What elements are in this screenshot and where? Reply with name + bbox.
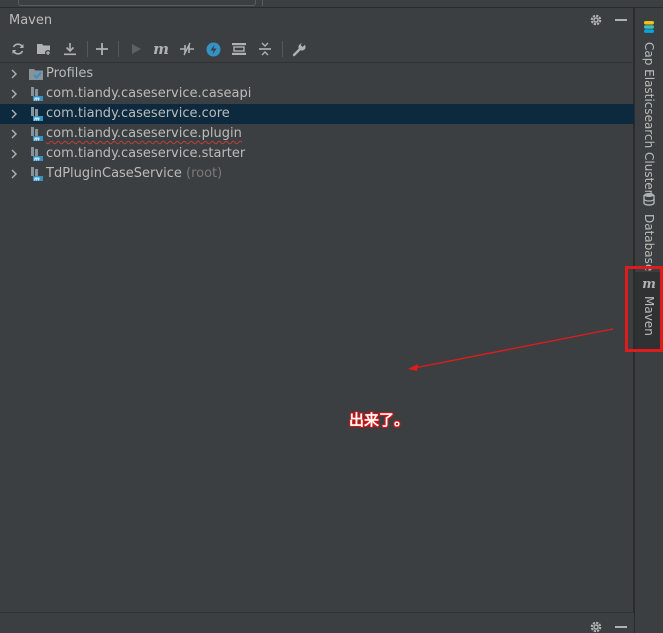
download-icon[interactable]	[60, 39, 80, 59]
tree-item-root-module[interactable]: m TdPluginCaseService (root)	[0, 164, 634, 184]
maven-module-icon: m	[28, 86, 44, 103]
tree-item-label: Profiles	[46, 66, 94, 81]
chevron-right-icon[interactable]	[8, 68, 20, 80]
annotation-text: 出来了。	[349, 411, 410, 429]
minimize-icon[interactable]	[612, 618, 630, 633]
panel-title: Maven	[9, 13, 53, 28]
maven-tool-window: Maven m Profiles m com.tiandy.caseservic…	[0, 8, 634, 633]
editor-tab-strip	[0, 0, 663, 8]
toolbar-separator	[87, 41, 88, 57]
tree-item-label: com.tiandy.caseservice.starter	[46, 146, 246, 161]
minimize-icon[interactable]	[612, 11, 630, 29]
chevron-right-icon[interactable]	[8, 88, 20, 100]
tree-item-label: com.tiandy.caseservice.core	[46, 106, 230, 121]
settings-wrench-icon[interactable]	[289, 39, 309, 59]
annotation-highlight-box	[625, 266, 663, 352]
root-suffix: (root)	[186, 166, 223, 181]
tree-item-module-selected[interactable]: m com.tiandy.caseservice.core	[0, 104, 634, 124]
tree-item-module[interactable]: m com.tiandy.caseservice.plugin	[0, 124, 634, 144]
profiles-icon	[28, 66, 44, 82]
chevron-right-icon[interactable]	[8, 168, 20, 180]
add-icon[interactable]	[92, 39, 112, 59]
execute-maven-goal-icon[interactable]: m	[151, 39, 171, 59]
side-tab-label: Database	[642, 214, 656, 272]
panel-header: Maven	[0, 8, 634, 33]
run-icon[interactable]	[126, 39, 146, 59]
chevron-right-icon[interactable]	[8, 148, 20, 160]
maven-toolbar: m	[0, 35, 634, 63]
side-tab-elasticsearch[interactable]: Cap Elasticsearch Cluster	[635, 20, 663, 195]
svg-text:m: m	[34, 137, 40, 143]
tree-item-label: com.tiandy.caseservice.plugin	[46, 126, 242, 141]
toggle-offline-icon[interactable]	[177, 39, 197, 59]
collapse-all-icon[interactable]	[255, 39, 275, 59]
toolbar-separator	[282, 41, 283, 57]
reload-all-icon[interactable]	[8, 39, 28, 59]
show-dependencies-icon[interactable]	[229, 39, 249, 59]
add-folder-icon[interactable]	[34, 39, 54, 59]
maven-module-icon: m	[28, 106, 44, 123]
tree-item-label: com.tiandy.caseservice.caseapi	[46, 86, 252, 101]
tree-item-profiles[interactable]: Profiles	[0, 64, 634, 84]
svg-text:m: m	[34, 117, 40, 123]
maven-module-icon: m	[28, 126, 44, 143]
chevron-right-icon[interactable]	[8, 108, 20, 120]
svg-text:m: m	[34, 97, 40, 103]
editor-tab[interactable]	[18, 0, 256, 6]
tree-item-module[interactable]: m com.tiandy.caseservice.starter	[0, 144, 634, 164]
elasticsearch-icon	[643, 20, 655, 38]
skip-tests-icon[interactable]	[203, 39, 223, 59]
bottom-panel-bar	[0, 612, 634, 633]
database-icon	[643, 192, 655, 210]
maven-module-icon: m	[28, 146, 44, 163]
maven-module-icon: m	[28, 166, 44, 183]
gear-icon[interactable]	[587, 11, 605, 29]
side-tab-label: Cap Elasticsearch Cluster	[642, 42, 656, 195]
toolbar-separator	[118, 41, 119, 57]
side-tab-database[interactable]: Database	[635, 192, 663, 271]
svg-text:m: m	[34, 157, 40, 163]
tree-item-label: TdPluginCaseService (root)	[46, 166, 223, 181]
gear-icon[interactable]	[587, 618, 605, 633]
tree-item-module[interactable]: m com.tiandy.caseservice.caseapi	[0, 84, 634, 104]
svg-text:m: m	[34, 177, 40, 183]
chevron-right-icon[interactable]	[8, 128, 20, 140]
editor-tab-divider	[262, 0, 382, 6]
